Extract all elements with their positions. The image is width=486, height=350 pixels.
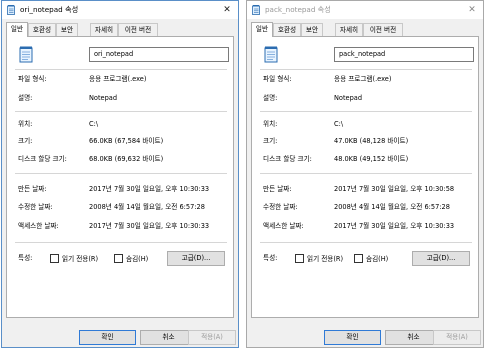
tab-details[interactable]: 자세히 bbox=[335, 23, 363, 36]
description-label: 설명: bbox=[18, 94, 33, 102]
created-label: 만든 날짜: bbox=[18, 185, 47, 193]
divider bbox=[260, 242, 472, 243]
description-label: 설명: bbox=[263, 94, 278, 102]
accessed-value: 2017년 7월 30일 일요일, 오후 10:30:33 bbox=[334, 222, 455, 230]
general-tab-panel: ori_notepad 파일 형식: 응용 프로그램(.exe) 설명: Not… bbox=[6, 36, 234, 318]
location-label: 위치: bbox=[263, 120, 278, 128]
tab-previous-versions[interactable]: 이전 버전 bbox=[363, 23, 403, 36]
general-tab-panel: pack_notepad 파일 형식: 응용 프로그램(.exe) 설명: No… bbox=[251, 36, 479, 318]
accessed-label: 액세스한 날짜: bbox=[263, 222, 304, 230]
readonly-checkbox-label: 읽기 전용(R) bbox=[62, 255, 99, 263]
tab-compatibility[interactable]: 호환성 bbox=[28, 23, 56, 36]
tab-security[interactable]: 보안 bbox=[301, 23, 323, 36]
checkbox-box[interactable] bbox=[354, 254, 363, 263]
modified-value: 2008년 4월 14일 월요일, 오전 6:57:28 bbox=[89, 203, 205, 211]
ok-button[interactable]: 확인 bbox=[324, 330, 381, 345]
hidden-checkbox-label: 숨김(H) bbox=[366, 255, 389, 263]
notepad-icon bbox=[252, 5, 260, 15]
size-value: 66.0KB (67,584 바이트) bbox=[89, 137, 164, 145]
title-bar: ori_notepad 속성 ✕ bbox=[2, 1, 238, 19]
title-bar: pack_notepad 속성 ✕ bbox=[247, 1, 483, 19]
attributes-label: 특성: bbox=[18, 254, 33, 262]
filename-input[interactable]: ori_notepad bbox=[89, 47, 229, 62]
notepad-file-icon bbox=[264, 46, 278, 63]
close-icon[interactable]: ✕ bbox=[219, 3, 235, 17]
accessed-label: 액세스한 날짜: bbox=[18, 222, 59, 230]
apply-button: 적용(A) bbox=[433, 330, 481, 345]
divider bbox=[15, 69, 227, 70]
divider bbox=[15, 111, 227, 112]
tab-general[interactable]: 일반 bbox=[251, 22, 273, 37]
size-label: 크기: bbox=[263, 137, 278, 145]
description-value: Notepad bbox=[334, 94, 363, 102]
tab-security[interactable]: 보안 bbox=[56, 23, 78, 36]
divider bbox=[260, 173, 472, 174]
apply-button: 적용(A) bbox=[188, 330, 236, 345]
window-title: pack_notepad 속성 bbox=[265, 5, 331, 14]
notepad-icon bbox=[7, 5, 15, 15]
file-type-label: 파일 형식: bbox=[263, 75, 292, 83]
properties-window-pack: pack_notepad 속성 ✕ 일반 호환성 보안 자세히 이전 버전 pa… bbox=[246, 0, 484, 348]
description-value: Notepad bbox=[89, 94, 118, 102]
divider bbox=[15, 173, 227, 174]
checkbox-box[interactable] bbox=[295, 254, 304, 263]
readonly-checkbox-label: 읽기 전용(R) bbox=[307, 255, 344, 263]
divider bbox=[260, 111, 472, 112]
file-type-value: 응용 프로그램(.exe) bbox=[334, 75, 392, 83]
tab-compatibility[interactable]: 호환성 bbox=[273, 23, 301, 36]
tab-previous-versions[interactable]: 이전 버전 bbox=[118, 23, 158, 36]
modified-label: 수정한 날짜: bbox=[18, 203, 53, 211]
advanced-button[interactable]: 고급(D)... bbox=[167, 251, 225, 266]
file-type-value: 응용 프로그램(.exe) bbox=[89, 75, 147, 83]
attributes-label: 특성: bbox=[263, 254, 278, 262]
tab-details[interactable]: 자세히 bbox=[90, 23, 118, 36]
created-label: 만든 날짜: bbox=[263, 185, 292, 193]
location-value: C:\ bbox=[89, 120, 99, 128]
divider bbox=[260, 69, 472, 70]
notepad-file-icon bbox=[19, 46, 33, 63]
filename-input[interactable]: pack_notepad bbox=[334, 47, 474, 62]
size-on-disk-label: 디스크 할당 크기: bbox=[18, 155, 67, 163]
file-type-label: 파일 형식: bbox=[18, 75, 47, 83]
size-on-disk-label: 디스크 할당 크기: bbox=[263, 155, 312, 163]
size-on-disk-value: 68.0KB (69,632 바이트) bbox=[89, 155, 164, 163]
window-title: ori_notepad 속성 bbox=[20, 5, 79, 14]
size-value: 47.0KB (48,128 바이트) bbox=[334, 137, 409, 145]
hidden-checkbox-label: 숨김(H) bbox=[126, 255, 149, 263]
checkbox-box[interactable] bbox=[114, 254, 123, 263]
divider bbox=[15, 242, 227, 243]
ok-button[interactable]: 확인 bbox=[79, 330, 136, 345]
location-value: C:\ bbox=[334, 120, 344, 128]
accessed-value: 2017년 7월 30일 일요일, 오후 10:30:33 bbox=[89, 222, 210, 230]
properties-window-ori: ori_notepad 속성 ✕ 일반 호환성 보안 자세히 이전 버전 ori… bbox=[1, 0, 239, 348]
created-value: 2017년 7월 30일 일요일, 오후 10:30:58 bbox=[334, 185, 455, 193]
close-icon[interactable]: ✕ bbox=[464, 3, 480, 17]
created-value: 2017년 7월 30일 일요일, 오후 10:30:33 bbox=[89, 185, 210, 193]
location-label: 위치: bbox=[18, 120, 33, 128]
size-label: 크기: bbox=[18, 137, 33, 145]
size-on-disk-value: 48.0KB (49,152 바이트) bbox=[334, 155, 409, 163]
checkbox-box[interactable] bbox=[50, 254, 59, 263]
tab-general[interactable]: 일반 bbox=[6, 22, 28, 37]
modified-value: 2008년 4월 14일 월요일, 오전 6:57:28 bbox=[334, 203, 450, 211]
modified-label: 수정한 날짜: bbox=[263, 203, 298, 211]
advanced-button[interactable]: 고급(D)... bbox=[412, 251, 470, 266]
